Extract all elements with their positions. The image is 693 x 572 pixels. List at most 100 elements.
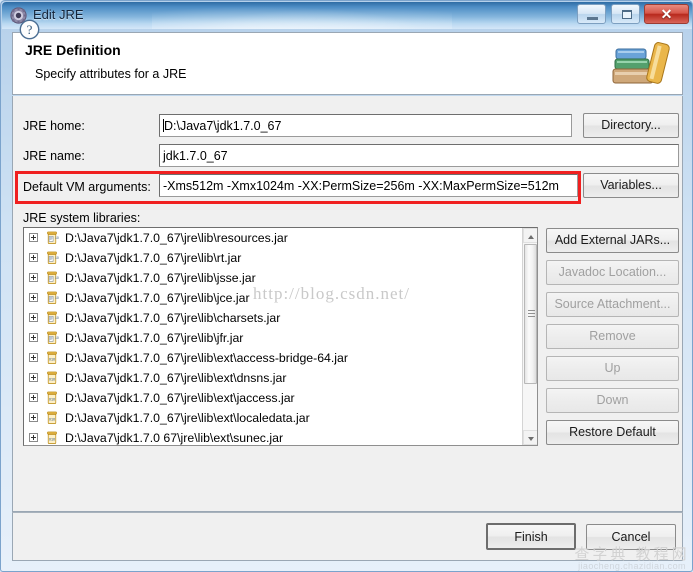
jar-doc-icon: 10 [45,331,59,345]
library-path: D:\Java7\jdk1.7.0_67\jre\lib\ext\dnsns.j… [65,371,287,385]
edit-jre-dialog: Edit JRE ✕ JRE Definition Specify attrib… [0,0,693,572]
books-icon [612,42,670,84]
jar-icon: 010 [45,351,59,365]
library-row[interactable]: 010 D:\Java7\jdk1.7.0_67\jre\lib\ext\dnsn… [24,368,537,388]
svg-text:010: 010 [49,358,55,362]
side-button-add-external-jars[interactable]: Add External JARs... [546,228,679,253]
jar-icon: 010 [45,431,59,445]
expand-toggle-icon[interactable] [29,313,38,322]
svg-text:?: ? [27,22,33,37]
library-row[interactable]: 010 D:\Java7\jdk1.7.0_67\jre\lib\ext\jacc… [24,388,537,408]
side-button-up: Up [546,356,679,381]
library-path: D:\Java7\jdk1.7.0_67\jre\lib\ext\access-… [65,351,348,365]
expand-toggle-icon[interactable] [29,233,38,242]
library-path: D:\Java7\jdk1.7.0 67\jre\lib\ext\sunec.j… [65,431,284,445]
jre-system-libraries-label: JRE system libraries: [23,211,141,225]
library-row[interactable]: 10 D:\Java7\jdk1.7.0_67\jre\lib\jfr.jar [24,328,537,348]
jar-icon: 010 [45,371,59,385]
scrollbar-grip [528,310,535,318]
close-icon: ✕ [660,6,673,22]
page-subtitle: Specify attributes for a JRE [35,67,187,81]
library-path: D:\Java7\jdk1.7.0_67\jre\lib\jce.jar [65,291,250,305]
library-path: D:\Java7\jdk1.7.0_67\jre\lib\ext\localed… [65,411,310,425]
scroll-up-arrow[interactable] [523,228,537,243]
side-button-remove: Remove [546,324,679,349]
jar-icon: 010 [45,411,59,425]
library-path: D:\Java7\jdk1.7.0_67\jre\lib\charsets.ja… [65,311,281,325]
library-path: D:\Java7\jdk1.7.0_67\jre\lib\jsse.jar [65,271,256,285]
library-row[interactable]: 010 D:\Java7\jdk1.7.0 67\jre\lib\ext\sune… [24,428,537,445]
svg-text:010: 010 [49,398,55,402]
library-row[interactable]: 10 D:\Java7\jdk1.7.0_67\jre\lib\jsse.jar [24,268,537,288]
jre-home-input[interactable]: D:\Java7\jdk1.7.0_67 [159,114,572,137]
vm-arguments-input[interactable]: -Xms512m -Xmx1024m -XX:PermSize=256m -XX… [159,174,578,197]
page-title: JRE Definition [25,42,121,58]
window-title: Edit JRE [33,7,84,22]
minimize-button[interactable] [577,4,607,24]
side-button-down: Down [546,388,679,413]
library-path: D:\Java7\jdk1.7.0_67\jre\lib\ext\jaccess… [65,391,295,405]
jar-icon: 010 [45,391,59,405]
jar-doc-icon: 10 [45,251,59,265]
library-rows: 10 D:\Java7\jdk1.7.0_67\jre\lib\resources… [24,228,537,445]
jre-name-label: JRE name: [23,149,85,163]
expand-toggle-icon[interactable] [29,433,38,442]
site-watermark-en: jiaocheng.chazidian.com [578,561,686,571]
expand-toggle-icon[interactable] [29,373,38,382]
expand-toggle-icon[interactable] [29,413,38,422]
jar-doc-icon: 10 [45,311,59,325]
library-path: D:\Java7\jdk1.7.0_67\jre\lib\rt.jar [65,251,242,265]
jar-doc-icon: 10 [45,231,59,245]
jar-doc-icon: 10 [45,291,59,305]
help-question-icon[interactable]: ? [19,19,40,40]
expand-toggle-icon[interactable] [29,333,38,342]
library-row[interactable]: 010 D:\Java7\jdk1.7.0_67\jre\lib\ext\acce… [24,348,537,368]
finish-button[interactable]: Finish [486,523,576,550]
svg-text:10: 10 [55,276,59,280]
scroll-down-arrow[interactable] [523,430,537,445]
jre-name-input[interactable]: jdk1.7.0_67 [159,144,679,167]
header-panel: JRE Definition Specify attributes for a … [12,32,683,95]
library-row[interactable]: 10 D:\Java7\jdk1.7.0_67\jre\lib\rt.jar [24,248,537,268]
library-row[interactable]: 010 D:\Java7\jdk1.7.0_67\jre\lib\ext\loca… [24,408,537,428]
title-bar-glow [152,2,452,29]
library-row[interactable]: 10 D:\Java7\jdk1.7.0_67\jre\lib\charsets.… [24,308,537,328]
svg-text:10: 10 [55,316,59,320]
side-button-javadoc-location: Javadoc Location... [546,260,679,285]
dialog-footer [12,513,683,561]
vm-arguments-label: Default VM arguments: [23,180,151,194]
cancel-button[interactable]: Cancel [586,524,676,550]
expand-toggle-icon[interactable] [29,293,38,302]
variables-button[interactable]: Variables... [583,173,679,198]
svg-text:010: 010 [49,418,55,422]
scrollbar-thumb[interactable] [524,244,537,384]
directory-button[interactable]: Directory... [583,113,679,138]
expand-toggle-icon[interactable] [29,393,38,402]
expand-toggle-icon[interactable] [29,273,38,282]
title-bar[interactable]: Edit JRE ✕ [2,2,692,29]
side-button-restore-default[interactable]: Restore Default [546,420,679,445]
library-path: D:\Java7\jdk1.7.0_67\jre\lib\resources.j… [65,231,288,245]
svg-text:010: 010 [49,378,55,382]
library-path: D:\Java7\jdk1.7.0_67\jre\lib\jfr.jar [65,331,244,345]
jre-name-value: jdk1.7.0_67 [163,149,228,163]
jre-system-libraries-list[interactable]: 10 D:\Java7\jdk1.7.0_67\jre\lib\resources… [23,227,538,446]
library-row[interactable]: 10 D:\Java7\jdk1.7.0_67\jre\lib\resources… [24,228,537,248]
expand-toggle-icon[interactable] [29,353,38,362]
jre-home-value: D:\Java7\jdk1.7.0_67 [164,119,282,133]
maximize-button[interactable] [610,4,640,24]
close-button[interactable]: ✕ [644,4,689,24]
svg-text:10: 10 [55,256,59,260]
library-row[interactable]: 10 D:\Java7\jdk1.7.0_67\jre\lib\jce.jar [24,288,537,308]
svg-text:10: 10 [55,336,59,340]
svg-text:010: 010 [49,438,55,442]
window-controls: ✕ [576,4,689,26]
svg-text:10: 10 [55,236,59,240]
svg-text:10: 10 [55,296,59,300]
vm-arguments-value: -Xms512m -Xmx1024m -XX:PermSize=256m -XX… [163,179,559,193]
list-scrollbar[interactable] [522,228,537,445]
jar-doc-icon: 10 [45,271,59,285]
expand-toggle-icon[interactable] [29,253,38,262]
side-button-source-attachment: Source Attachment... [546,292,679,317]
jre-home-label: JRE home: [23,119,85,133]
